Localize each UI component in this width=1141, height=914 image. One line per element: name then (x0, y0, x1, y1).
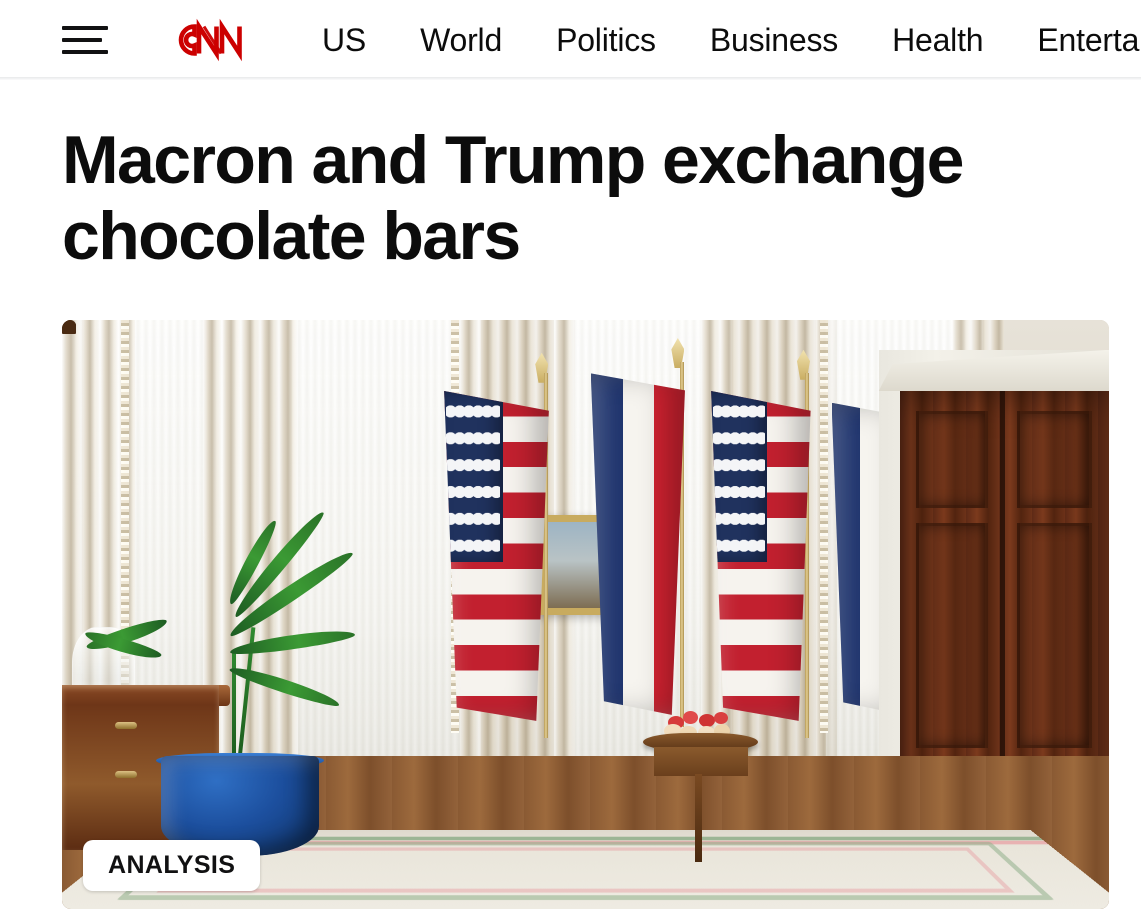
door-panel (916, 410, 988, 509)
rug-border (156, 847, 1015, 893)
nav-item-business[interactable]: Business (710, 24, 838, 56)
side-table-body (653, 746, 748, 777)
hamburger-bar-1 (62, 26, 108, 30)
us-flag-canton (711, 390, 767, 563)
page-title: Macron and Trump exchange chocolate bars (62, 122, 964, 275)
photo-illustration (62, 320, 1109, 910)
article-body: Macron and Trump exchange chocolate bars (0, 122, 1141, 910)
site-header: US World Politics Business Health Entert… (0, 0, 1141, 80)
door-panel (1016, 410, 1093, 509)
hamburger-menu-icon[interactable] (62, 21, 108, 59)
side-table-leg (695, 773, 703, 863)
hamburger-bar-2 (62, 38, 102, 42)
status-badge: ANALYSIS (83, 840, 261, 892)
flower (683, 711, 699, 725)
cnn-logo[interactable] (160, 17, 278, 63)
flower (713, 711, 728, 724)
nav-item-world[interactable]: World (420, 24, 502, 56)
nav-item-health[interactable]: Health (892, 24, 984, 56)
us-flag (711, 390, 811, 721)
french-flag (590, 373, 685, 715)
main-navigation: US World Politics Business Health Entert… (322, 24, 1141, 56)
nav-item-us[interactable]: US (322, 24, 366, 56)
us-flag-canton (444, 390, 503, 563)
article-hero-image[interactable]: ANALYSIS (62, 320, 1109, 910)
door-panel (1016, 522, 1093, 748)
curtain-bead-trim (820, 320, 829, 733)
door-panel (916, 522, 988, 748)
drawer-pull (115, 771, 138, 779)
us-flag (444, 390, 549, 721)
nav-item-entertainment[interactable]: Entertainment (1037, 24, 1141, 56)
hamburger-bar-3 (62, 50, 108, 54)
flower-arrangement (664, 707, 737, 741)
nav-item-politics[interactable]: Politics (556, 24, 656, 56)
drawer-pull (115, 721, 138, 729)
